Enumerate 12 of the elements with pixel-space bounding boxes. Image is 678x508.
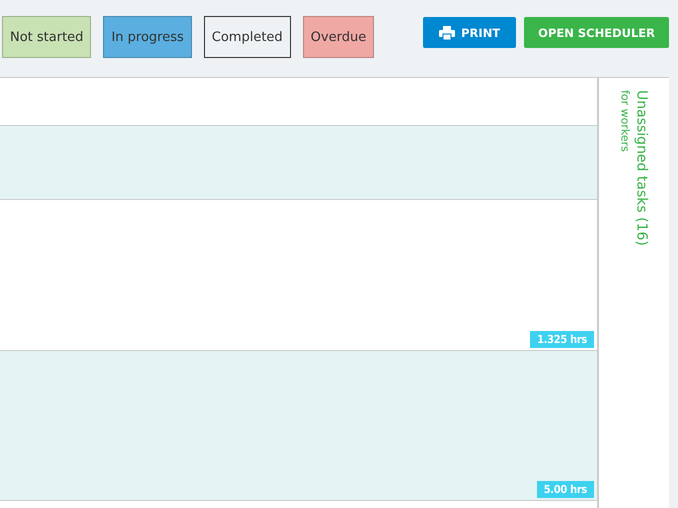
- unassigned-subtitle: for workers: [618, 90, 632, 152]
- unassigned-tasks-title: Unassigned tasks (16): [634, 90, 650, 246]
- status-legend-item: Completed: [204, 16, 291, 58]
- open-scheduler-button[interactable]: OPEN SCHEDULER: [524, 17, 669, 48]
- printer-icon: [439, 26, 456, 40]
- status-legend-item: In progress: [103, 16, 192, 58]
- unassigned-panel[interactable]: Unassigned tasks (16) for workers: [597, 77, 669, 508]
- status-legend-item: Not started: [2, 16, 92, 58]
- hours-badge: 1.325 hrs: [530, 331, 594, 348]
- status-legend-item: Overdue: [302, 16, 374, 58]
- print-button[interactable]: PRINT: [423, 17, 516, 48]
- hours-badge: 5.00 hrs: [536, 481, 594, 498]
